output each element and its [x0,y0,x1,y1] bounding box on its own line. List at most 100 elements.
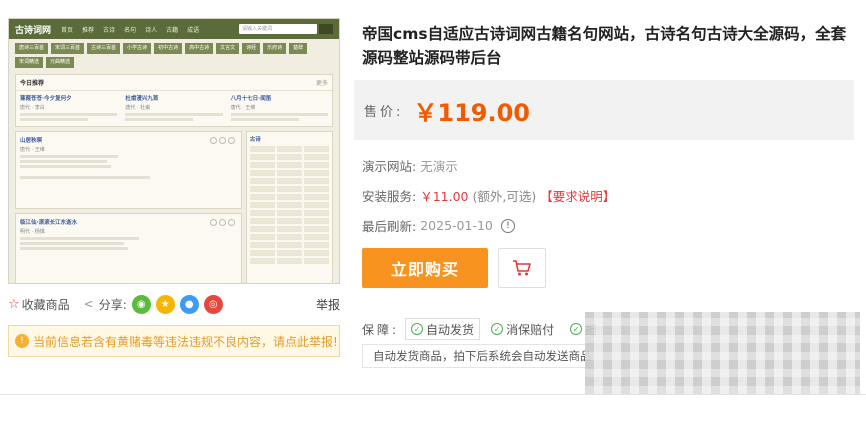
preview-category: 高中古诗 [185,43,214,54]
preview-today-item: 杜甫漫兴九首 唐代 · 杜甫 [125,94,223,123]
preview-header: 古诗词网 首页 推荐 古诗 名句 诗人 古籍 成语 请输入关键词 [9,19,339,39]
qzone-icon[interactable]: ★ [155,294,175,314]
lightbulb-icon: ! [15,334,29,348]
preview-item-title: 杜甫漫兴九首 [125,96,159,102]
preview-today-more: 更多 [315,80,328,87]
preview-today-row: 蒹葭苍苍·今夕复何夕 唐代 · 李白 杜甫漫兴九首 唐代 · 杜甫 八月十七日·… [16,91,332,126]
price-label: 售价: [364,104,404,120]
preview-nav-item: 古籍 [166,26,179,34]
preview-text-line [20,113,118,116]
preview-categories: 唐诗三百首 宋词三百首 古诗三百首 小学古诗 初中古诗 高中古诗 文言文 诗经 … [9,39,339,70]
preview-today-header: 今日推荐 更多 [16,75,332,91]
preview-today-box: 今日推荐 更多 蒹葭苍苍·今夕复何夕 唐代 · 李白 杜甫漫兴九首 唐代 · 杜… [15,74,333,127]
preview-today-item: 蒹葭苍苍·今夕复何夕 唐代 · 李白 [20,94,118,123]
install-row: 安装服务: ￥11.00 (额外,可选) 【要求说明】 [362,186,615,205]
preview-poem-actions [209,219,235,226]
check-icon: ✓ [411,323,424,335]
refresh-label: 最后刷新: [362,219,417,234]
preview-nav: 首页 推荐 古诗 名句 诗人 古籍 成语 [61,25,199,34]
preview-category: 宋词精选 [15,57,44,68]
share-label: 分享: [98,297,127,312]
favorite-button[interactable]: ☆ 收藏商品 [8,296,70,313]
price-box: 售价: ￥119.00 [354,80,854,140]
demo-row: 演示网站: 无演示 [362,156,458,175]
preview-category: 小学古诗 [123,43,152,54]
preview-category: 宋词三百首 [51,43,85,54]
preview-poem-card: 临江仙·滚滚长江东逝水 明代 · 杨慎 [15,213,242,283]
preview-category: 文言文 [216,43,240,54]
preview-text-line [20,165,112,168]
preview-text-line [20,242,125,245]
product-preview-image[interactable]: 古诗词网 首页 推荐 古诗 名句 诗人 古籍 成语 请输入关键词 唐诗三百首 宋… [8,18,340,284]
preview-nav-item: 古诗 [103,26,116,34]
guarantee-tag[interactable]: ✓ 自动发货 [405,318,481,340]
qq-icon[interactable]: ● [179,294,199,314]
preview-poem-title: 临江仙·滚滚长江东逝水 [20,220,78,226]
blurred-region [585,312,860,394]
preview-text-line [20,237,140,240]
report-notice[interactable]: ! 当前信息若含有黄赌毒等违法违规不良内容，请点此举报! [8,325,340,357]
preview-item-meta: 唐代 · 李白 [20,105,45,111]
preview-text-line [20,155,118,158]
guarantee-tag[interactable]: ✓ 消保赔付 [486,318,560,340]
report-link[interactable]: 举报 [316,296,340,313]
favorite-label: 收藏商品 [21,297,70,312]
preview-category: 唐诗三百首 [15,43,49,54]
preview-side-title: 古诗 [249,137,261,143]
buy-now-button[interactable]: 立即购买 [362,248,488,288]
info-icon[interactable]: ! [500,218,515,233]
preview-category: 古诗三百首 [87,43,121,54]
action-bar: ☆ 收藏商品 < 分享: ◉ ★ ● ◎ 举报 [8,292,340,316]
preview-nav-item: 诗人 [145,26,158,34]
install-label: 安装服务: [362,189,417,204]
preview-side-column: 古诗 [245,131,333,283]
preview-category: 元曲精选 [46,57,75,68]
page: 古诗词网 首页 推荐 古诗 名句 诗人 古籍 成语 请输入关键词 唐诗三百首 宋… [0,0,866,425]
preview-main-column: 山居秋暝 唐代 · 王维 临江仙·滚滚长江东逝水 明代 · 杨慎 [15,131,242,283]
check-icon: ✓ [491,323,504,335]
demo-label: 演示网站: [362,159,417,174]
preview-today-item: 八月十七日·闻笛 唐代 · 王维 [230,94,328,123]
check-icon: ✓ [570,323,583,335]
preview-category: 乐府诗 [263,43,287,54]
share-group: < 分享: ◉ ★ ● ◎ [83,294,223,314]
preview-text-line [230,118,299,121]
guarantee-description: 自动发货商品，拍下后系统会自动发送商品 [362,344,602,368]
preview-nav-item: 首页 [61,26,74,34]
preview-category: 初中古诗 [154,43,183,54]
preview-search-button [319,24,333,34]
guarantee-tag-label: 消保赔付 [506,322,555,337]
guarantee-tag-label: 自动发货 [426,322,475,337]
share-icon: < [83,297,94,311]
price-value: ￥119.00 [413,98,531,127]
preview-content: 山居秋暝 唐代 · 王维 临江仙·滚滚长江东逝水 明代 · 杨慎 古诗 [15,131,333,283]
cart-icon [513,260,531,276]
preview-item-meta: 唐代 · 杜甫 [125,105,151,111]
preview-nav-item: 推荐 [82,26,95,34]
wechat-icon[interactable]: ◉ [131,294,151,314]
preview-text-line [20,160,107,163]
preview-nav-item: 成语 [187,26,200,34]
preview-poem-title: 山居秋暝 [20,138,43,144]
preview-poem-card: 山居秋暝 唐代 · 王维 [15,131,242,209]
preview-category: 诗经 [242,43,261,54]
add-to-cart-button[interactable] [498,248,546,288]
preview-text-line [125,118,194,121]
preview-search: 请输入关键词 [239,24,317,34]
guarantee-label: 保障: [362,322,400,337]
preview-item-title: 八月十七日·闻笛 [230,96,272,102]
preview-side-box: 古诗 [245,131,333,283]
refresh-date: 2025-01-10 [420,218,493,233]
preview-text-line [230,113,328,116]
star-icon: ☆ [8,296,20,312]
preview-logo: 古诗词网 [15,25,52,36]
product-card: 古诗词网 首页 推荐 古诗 名句 诗人 古籍 成语 请输入关键词 唐诗三百首 宋… [0,0,866,395]
preview-item-meta: 唐代 · 王维 [230,105,256,111]
install-note: (额外,可选) [472,189,537,204]
preview-text-line [20,247,129,250]
preview-poem-actions [209,137,235,144]
preview-poem-meta: 唐代 · 王维 [20,147,45,153]
weibo-icon[interactable]: ◎ [203,294,223,314]
preview-category: 楚辞 [289,43,308,54]
install-requirements-link[interactable]: 【要求说明】 [540,186,615,205]
